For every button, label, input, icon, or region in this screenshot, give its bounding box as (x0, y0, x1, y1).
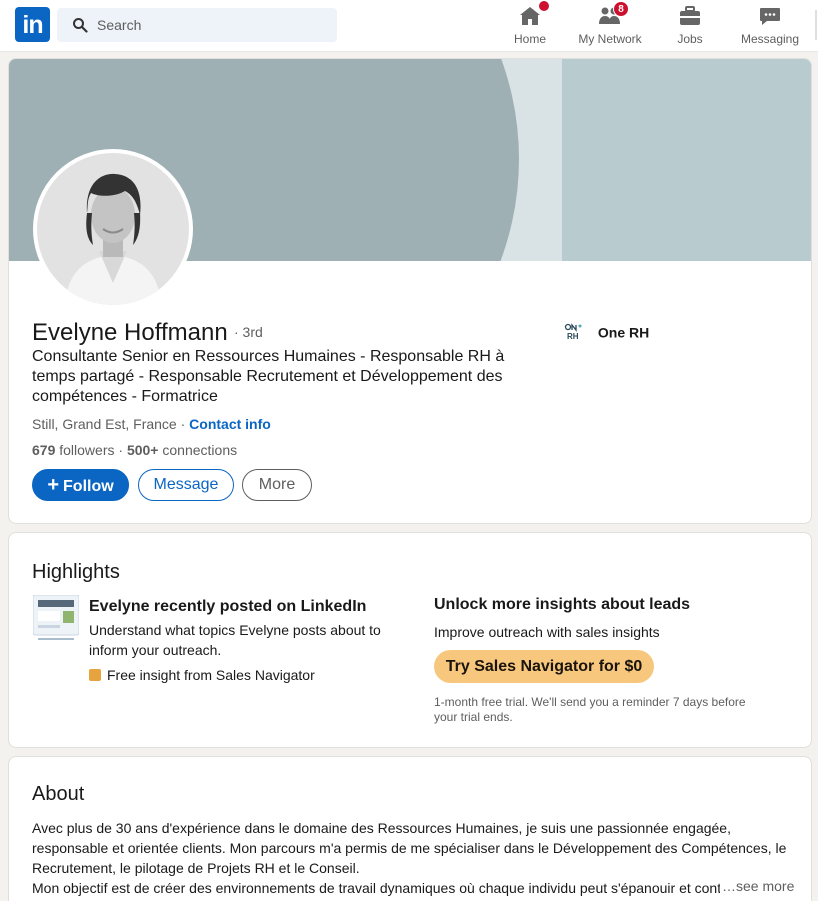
trial-note: 1-month free trial. We'll send you a rem… (434, 695, 746, 724)
about-paragraph: Avec plus de 30 ans d'expérience dans le… (32, 820, 787, 876)
svg-text:RH: RH (567, 332, 579, 341)
chat-icon (758, 4, 782, 28)
profile-location-row: Still, Grand Est, France · Contact info (32, 416, 271, 432)
followers-count: 679 (32, 442, 56, 458)
current-company[interactable]: RH One RH (564, 323, 649, 343)
company-name: One RH (597, 324, 650, 341)
free-insight-row: Free insight from Sales Navigator (89, 667, 315, 683)
briefcase-icon (678, 4, 702, 28)
network-icon: 8 (598, 1, 629, 28)
profile-location: Still, Grand Est, France (32, 416, 177, 432)
see-more-link[interactable]: …see more (720, 878, 795, 894)
home-icon (518, 0, 550, 28)
nav-my-network-label: My Network (578, 32, 642, 46)
follow-label: Follow (63, 478, 114, 495)
nav-jobs-label: Jobs (677, 32, 703, 46)
highlights-title: Highlights (32, 561, 120, 583)
nav-messaging-label: Messaging (740, 32, 800, 46)
network-badge: 8 (613, 1, 629, 17)
profile-headline: Consultante Senior en Ressources Humaine… (32, 348, 505, 405)
unlock-insights-desc: Improve outreach with sales insights (434, 624, 660, 640)
follow-button[interactable]: + Follow (32, 469, 129, 501)
search-icon (73, 18, 88, 33)
stats-separator: · (114, 442, 127, 458)
free-insight-label: Free insight from Sales Navigator (107, 667, 315, 683)
post-insight-icon (33, 595, 79, 640)
about-text: Avec plus de 30 ans d'expérience dans le… (32, 818, 792, 898)
more-button[interactable]: More (242, 469, 312, 501)
profile-stats: 679 followers · 500+ connections (32, 442, 237, 458)
home-notification-dot (538, 0, 550, 12)
banner-shape-right (562, 59, 811, 261)
about-card: About Avec plus de 30 ans d'expérience d… (8, 756, 812, 901)
nav-messaging[interactable]: Messaging (738, 4, 802, 50)
nav-divider (815, 10, 817, 40)
recent-post-desc: Understand what topics Evelyne posts abo… (89, 622, 381, 658)
recent-post-title: Evelyne recently posted on LinkedIn (89, 598, 367, 615)
try-sales-navigator-button[interactable]: Try Sales Navigator for $0 (434, 650, 654, 683)
followers-label: followers (55, 442, 115, 458)
profile-photo (37, 153, 189, 305)
contact-info-link[interactable]: Contact info (189, 416, 271, 432)
search-placeholder: Search (97, 17, 142, 33)
linkedin-logo-icon[interactable]: in (15, 7, 50, 42)
top-nav-bar: in Search Home 8 My Network Jobs Messagi… (0, 0, 818, 52)
nav-home[interactable]: Home (505, 0, 555, 50)
company-logo-icon: RH (564, 323, 582, 341)
message-button[interactable]: Message (138, 469, 234, 501)
plus-icon: + (47, 474, 60, 496)
sales-navigator-icon (89, 669, 101, 681)
connection-degree: · 3rd (234, 324, 263, 340)
highlights-card: Highlights Evelyne recently posted on Li… (8, 532, 812, 748)
profile-card: Evelyne Hoffmann · 3rd Consultante Senio… (8, 58, 812, 524)
profile-name: Evelyne Hoffmann (32, 319, 228, 346)
connections-label[interactable]: connections (159, 442, 237, 458)
about-title: About (32, 783, 85, 805)
nav-home-label: Home (513, 32, 546, 46)
about-paragraph-truncated: Mon objectif est de créer des environnem… (32, 880, 722, 896)
profile-avatar[interactable] (33, 149, 193, 309)
nav-jobs[interactable]: Jobs (668, 4, 712, 50)
unlock-insights-title: Unlock more insights about leads (434, 596, 691, 613)
search-input[interactable]: Search (57, 8, 337, 42)
connections-count[interactable]: 500+ (127, 442, 159, 458)
location-separator: · (176, 416, 190, 432)
nav-my-network[interactable]: 8 My Network (573, 1, 647, 50)
